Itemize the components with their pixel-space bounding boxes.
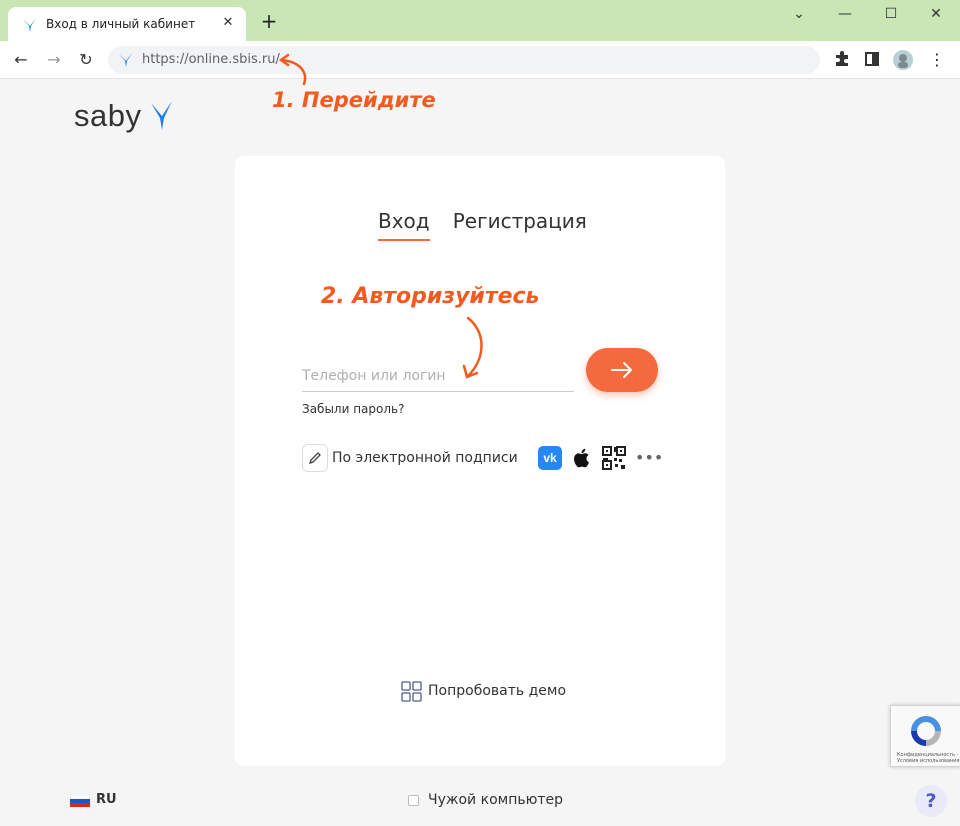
tab-title: Вход в личный кабинет bbox=[46, 17, 196, 31]
russia-flag-icon bbox=[70, 795, 90, 807]
apple-icon[interactable] bbox=[570, 446, 594, 470]
annotation-step-1: 1. Перейдите bbox=[272, 88, 436, 112]
avatar[interactable] bbox=[893, 50, 913, 70]
url-text: https://online.sbis.ru/ bbox=[142, 52, 280, 67]
recaptcha-icon bbox=[911, 716, 941, 746]
saby-logo[interactable]: saby bbox=[74, 98, 172, 134]
browser-toolbar: ← → ↻ https://online.sbis.ru/ ⋮ bbox=[0, 41, 960, 79]
recaptcha-text[interactable]: Конфиденциальность - Условия использован… bbox=[897, 752, 960, 764]
foreign-computer-label: Чужой компьютер bbox=[428, 792, 564, 808]
reload-button[interactable]: ↻ bbox=[75, 49, 97, 71]
maximize-button[interactable]: ☐ bbox=[876, 6, 906, 22]
close-window-button[interactable]: ✕ bbox=[921, 6, 951, 22]
auth-card: Вход Регистрация Забыли пароль? По элект… bbox=[235, 156, 725, 766]
side-panel-icon[interactable] bbox=[862, 50, 882, 70]
back-button[interactable]: ← bbox=[10, 49, 32, 71]
grid-icon bbox=[401, 681, 422, 702]
tab-close-icon[interactable]: ✕ bbox=[220, 15, 236, 31]
login-field[interactable] bbox=[302, 362, 574, 392]
minimize-button[interactable]: — bbox=[830, 6, 860, 22]
qr-code-icon[interactable] bbox=[602, 446, 626, 470]
forgot-password-link[interactable]: Забыли пароль? bbox=[302, 402, 404, 416]
vk-login-button[interactable]: vk bbox=[538, 446, 562, 470]
annotation-step-2: 2. Авторизуйтесь bbox=[321, 284, 540, 309]
saby-favicon-icon bbox=[23, 18, 36, 32]
checkbox-box[interactable] bbox=[408, 795, 419, 806]
annotation-arrow-1 bbox=[278, 53, 307, 86]
tab-search-icon[interactable]: ⌄ bbox=[784, 6, 814, 22]
new-tab-button[interactable]: + bbox=[258, 10, 280, 32]
recaptcha-terms-link[interactable]: Условия использования bbox=[897, 758, 960, 764]
pen-icon bbox=[302, 444, 328, 472]
browser-tab[interactable]: Вход в личный кабинет ✕ bbox=[8, 7, 246, 41]
esign-label: По электронной подписи bbox=[332, 450, 518, 466]
help-button[interactable]: ? bbox=[915, 785, 947, 817]
address-bar[interactable]: https://online.sbis.ru/ bbox=[108, 46, 820, 74]
kebab-menu-icon[interactable]: ⋮ bbox=[927, 50, 947, 70]
browser-titlebar: Вход в личный кабинет ✕ + ⌄ — ☐ ✕ bbox=[0, 0, 960, 41]
auth-tabs: Вход Регистрация bbox=[378, 209, 605, 241]
tab-login[interactable]: Вход bbox=[378, 209, 430, 241]
annotation-arrow-2 bbox=[462, 316, 483, 379]
submit-login-button[interactable] bbox=[586, 348, 658, 392]
login-input[interactable] bbox=[302, 362, 574, 390]
language-label: RU bbox=[96, 792, 117, 807]
puzzle-icon[interactable] bbox=[832, 50, 852, 70]
logo-text: saby bbox=[74, 98, 142, 133]
demo-label: Попробовать демо bbox=[428, 683, 567, 699]
saby-bird-icon bbox=[151, 101, 172, 130]
recaptcha-badge[interactable]: Конфиденциальность - Условия использован… bbox=[890, 705, 960, 767]
tab-registration[interactable]: Регистрация bbox=[453, 209, 587, 239]
arrow-right-icon bbox=[611, 362, 632, 378]
more-login-options-button[interactable]: ••• bbox=[635, 446, 663, 470]
forward-button[interactable]: → bbox=[43, 49, 65, 71]
saby-site-icon bbox=[119, 53, 132, 67]
